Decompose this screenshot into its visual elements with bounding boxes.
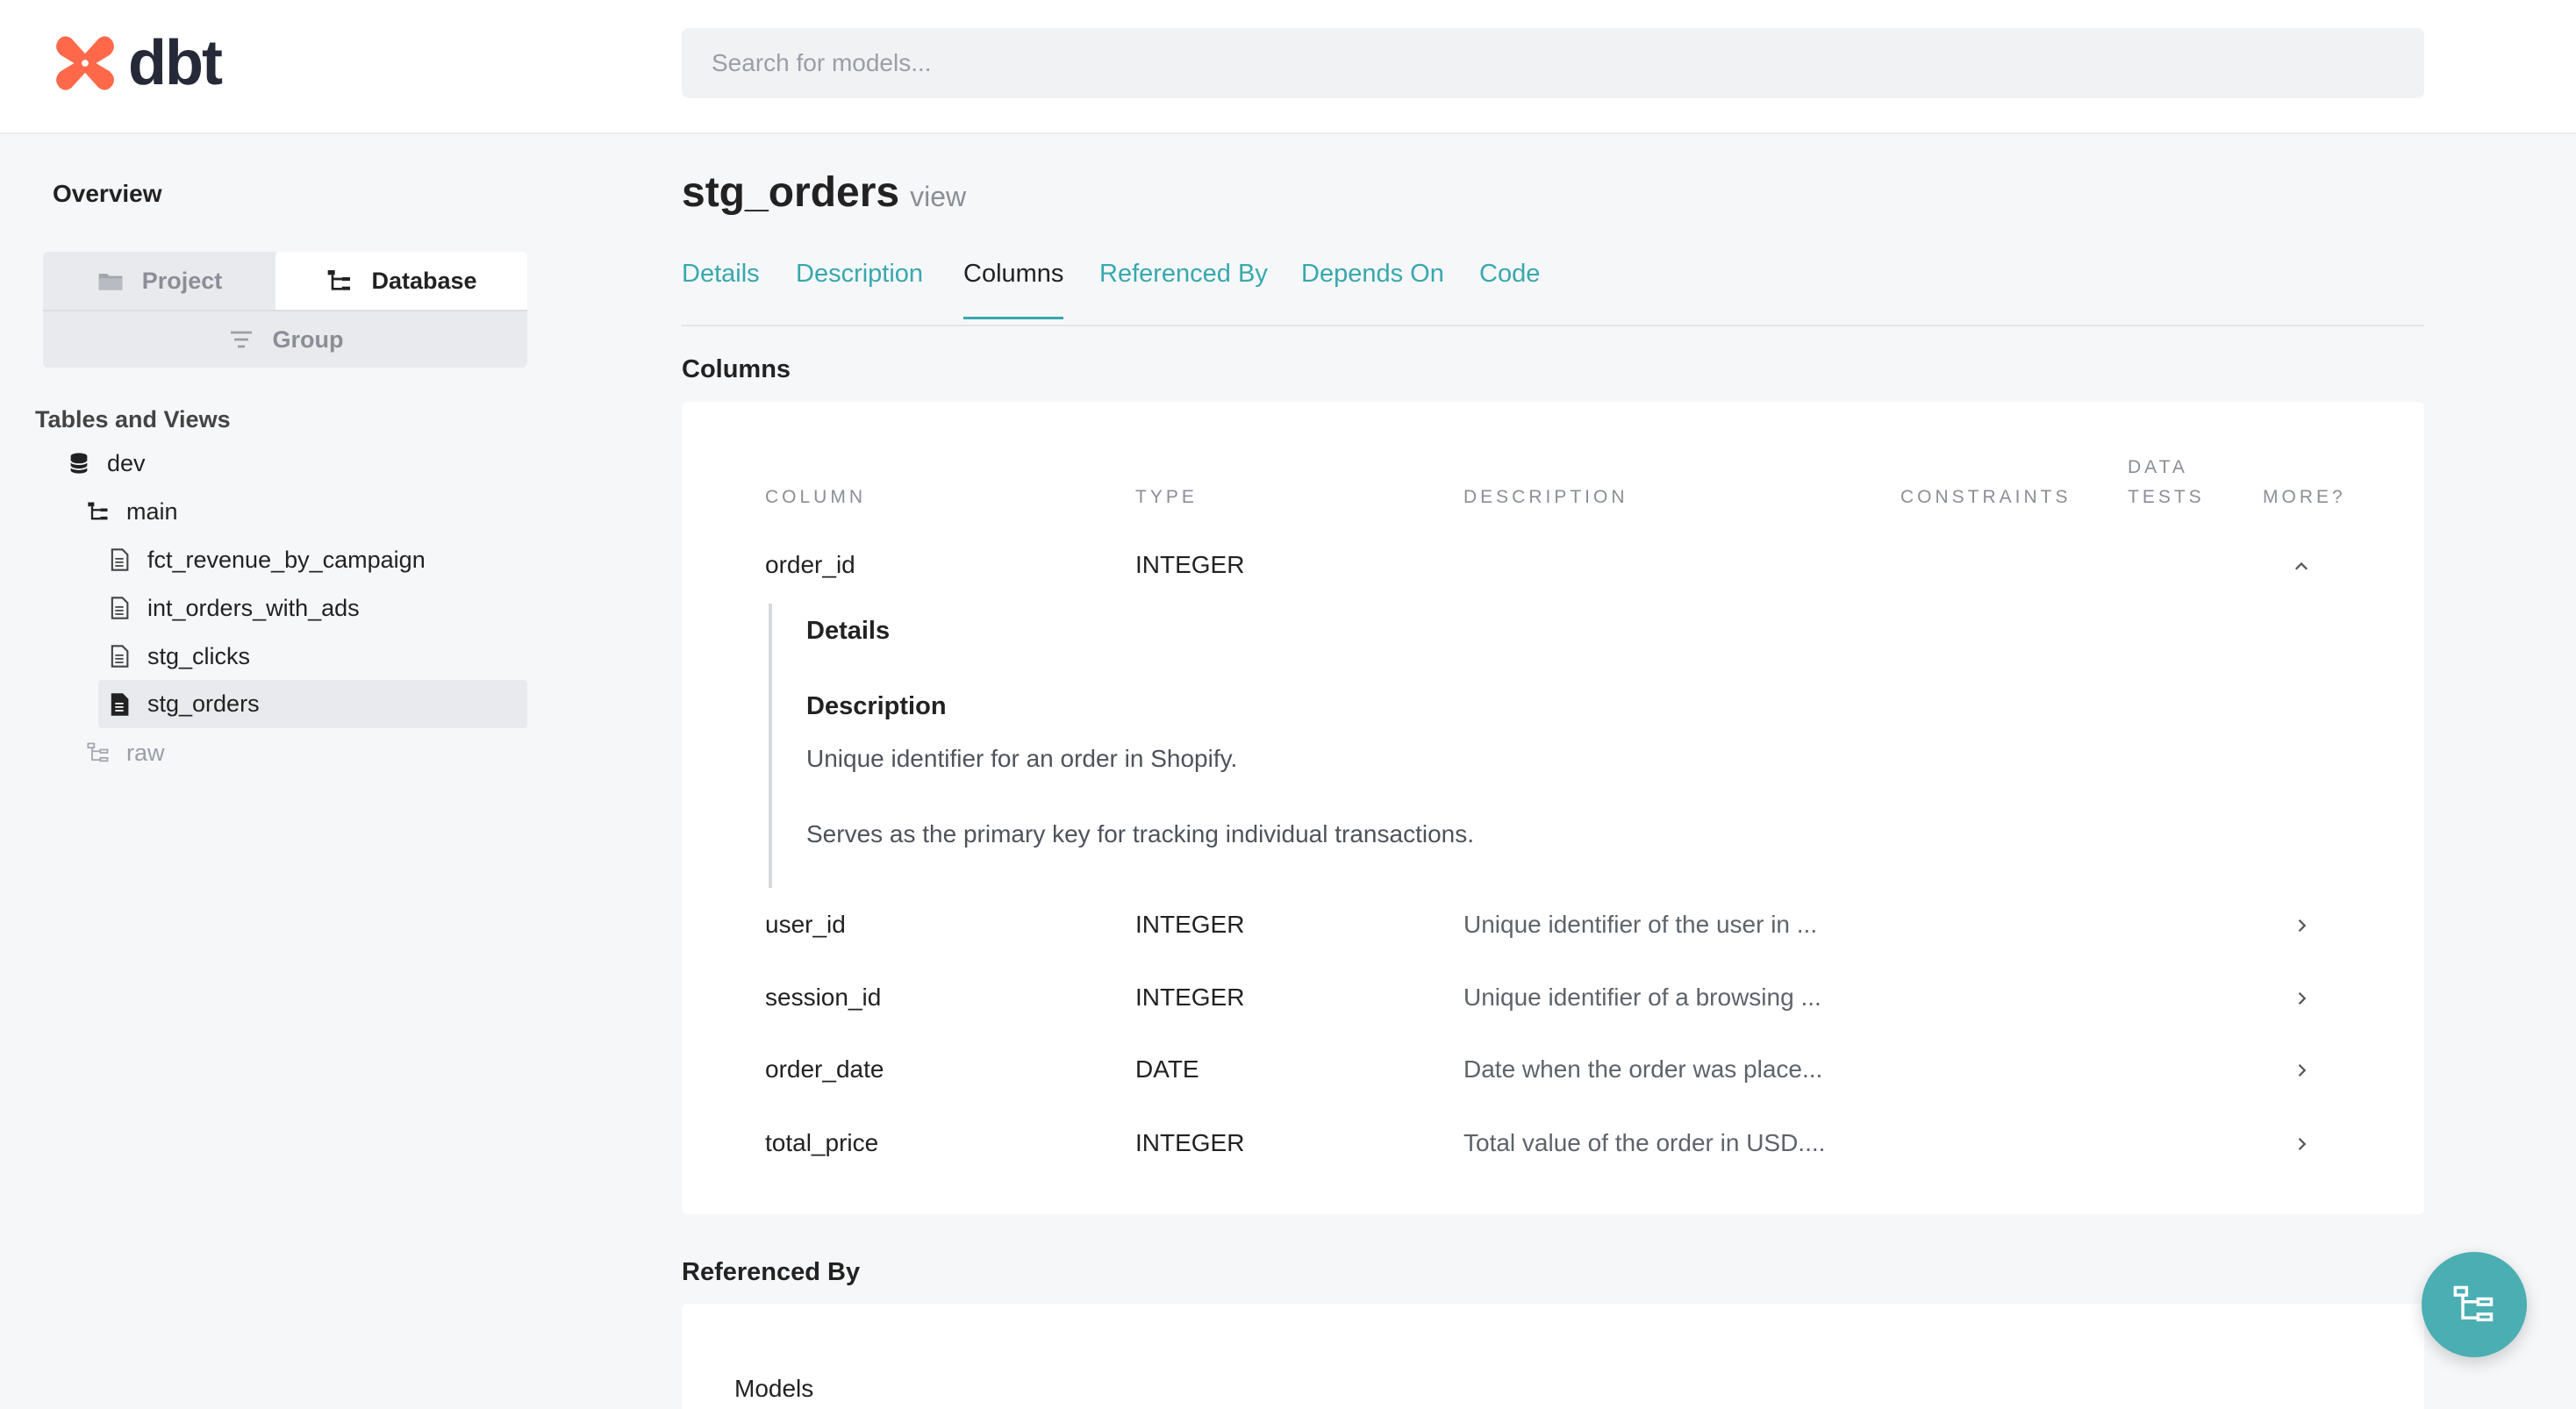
schema-tree-icon: [87, 742, 109, 762]
document-icon: [111, 597, 129, 619]
data-tests-line2: TESTS: [2128, 487, 2205, 507]
table-row-description: Unique identifier of a browsing ...: [1463, 983, 1821, 1011]
tree-label-dev: dev: [107, 449, 146, 476]
table-row-type: INTEGER: [1135, 551, 1245, 578]
tables-views-title: Tables and Views: [35, 406, 231, 433]
view-switcher: Project Database Group: [43, 252, 527, 368]
document-icon: [111, 692, 129, 716]
tab-referenced-by[interactable]: Referenced By: [1099, 260, 1268, 317]
chevron-right-icon[interactable]: [2288, 1131, 2315, 1157]
table-row-type: DATE: [1135, 1055, 1199, 1083]
tree-item-raw[interactable]: raw: [86, 735, 165, 770]
lineage-graph-icon: [2453, 1285, 2494, 1322]
tree-label-model: stg_orders: [147, 690, 260, 717]
data-tests-line1: DATA: [2128, 457, 2188, 477]
columns-table-card: [682, 402, 2424, 1214]
column-header-more: MORE?: [2263, 487, 2346, 507]
tree-label-model: stg_clicks: [147, 642, 251, 669]
tab-columns[interactable]: Columns: [963, 260, 1064, 319]
project-tab-button[interactable]: Project: [43, 252, 275, 310]
table-row-type: INTEGER: [1135, 911, 1245, 938]
tree-item-dev[interactable]: dev: [67, 446, 146, 481]
table-row-name[interactable]: user_id: [765, 911, 846, 939]
tree-label-model: fct_revenue_by_campaign: [147, 546, 426, 573]
table-row-type: INTEGER: [1135, 983, 1245, 1011]
database-tree-icon: [328, 270, 351, 290]
tab-details[interactable]: Details: [682, 260, 760, 317]
group-tab-button[interactable]: Group: [43, 310, 527, 368]
chevron-right-icon[interactable]: [2288, 985, 2315, 1012]
expanded-details-title: Details: [806, 617, 891, 645]
tab-code[interactable]: Code: [1479, 260, 1540, 317]
column-header-column: COLUMN: [765, 487, 867, 507]
logo-text: dbt: [128, 28, 223, 98]
tree-label-raw: raw: [126, 739, 165, 766]
search-input[interactable]: [682, 28, 2424, 98]
database-cylinder-icon: [69, 453, 89, 474]
lineage-graph-button[interactable]: [2422, 1252, 2527, 1357]
top-header: dbt: [0, 0, 2576, 134]
dbt-logo[interactable]: dbt: [51, 28, 223, 98]
document-icon: [111, 548, 129, 571]
tree-item-stg-orders[interactable]: stg_orders: [98, 680, 527, 728]
database-tab-label: Database: [371, 267, 477, 294]
column-header-type: TYPE: [1135, 487, 1198, 507]
tree-item-int-orders-with-ads[interactable]: int_orders_with_ads: [107, 590, 360, 626]
chevron-right-icon[interactable]: [2288, 1057, 2315, 1084]
database-tab-button[interactable]: Database: [275, 252, 527, 310]
table-row-description: Unique identifier of the user in ...: [1463, 911, 1818, 938]
tab-description[interactable]: Description: [796, 260, 923, 317]
schema-tree-icon: [88, 502, 108, 520]
overview-link[interactable]: Overview: [53, 180, 162, 208]
table-row-name[interactable]: session_id: [765, 983, 881, 1012]
tree-item-fct-revenue-by-campaign[interactable]: fct_revenue_by_campaign: [107, 542, 426, 577]
model-tabs: Details Description Columns Referenced B…: [682, 246, 2424, 326]
referenced-by-card: [682, 1304, 2424, 1409]
table-row-name[interactable]: order_id: [765, 551, 855, 579]
table-row-description: Total value of the order in USD....: [1463, 1129, 1826, 1156]
tree-item-main[interactable]: main: [86, 494, 178, 529]
column-header-description: DESCRIPTION: [1463, 487, 1628, 507]
tree-label-model: int_orders_with_ads: [147, 594, 360, 621]
columns-section-title: Columns: [682, 355, 791, 383]
expanded-detail-bar: [769, 604, 772, 888]
referenced-by-models-label: Models: [734, 1375, 814, 1402]
column-header-constraints: CONSTRAINTS: [1900, 487, 2072, 507]
document-icon: [111, 645, 129, 668]
expanded-description-line1: Unique identifier for an order in Shopif…: [806, 745, 1238, 772]
column-header-data-tests: DATA TESTS: [2128, 453, 2205, 512]
table-row-description: Date when the order was place...: [1463, 1055, 1823, 1083]
project-tab-label: Project: [141, 267, 223, 294]
page-title: stg_orders view: [682, 168, 966, 217]
tab-depends-on[interactable]: Depends On: [1301, 260, 1444, 317]
filter-lines-icon: [230, 331, 252, 348]
table-row-type: INTEGER: [1135, 1129, 1245, 1156]
folder-icon: [98, 274, 123, 290]
table-row-name[interactable]: total_price: [765, 1129, 878, 1157]
referenced-by-section-title: Referenced By: [682, 1258, 861, 1286]
dbt-logo-icon: [56, 36, 114, 90]
model-name: stg_orders: [682, 169, 900, 216]
chevron-right-icon[interactable]: [2288, 912, 2315, 939]
expanded-description-line2: Serves as the primary key for tracking i…: [806, 820, 1474, 848]
expanded-description-title: Description: [806, 692, 947, 720]
group-tab-label: Group: [272, 325, 344, 353]
tree-label-main: main: [126, 497, 178, 525]
chevron-up-icon[interactable]: [2288, 553, 2315, 579]
model-kind: view: [910, 181, 967, 212]
tree-item-stg-clicks[interactable]: stg_clicks: [107, 639, 250, 674]
table-row-name[interactable]: order_date: [765, 1055, 884, 1084]
